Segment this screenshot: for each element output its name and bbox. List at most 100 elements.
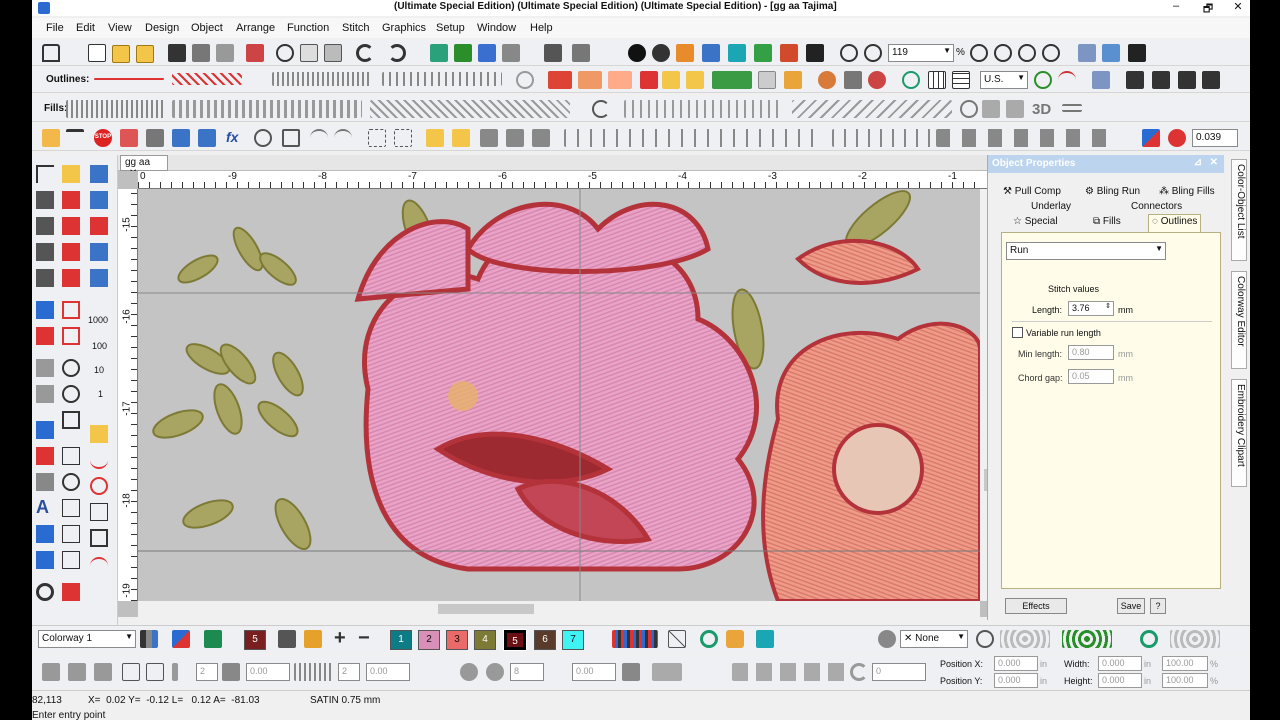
color-cycle-icon[interactable]	[1168, 129, 1186, 147]
outline-circle-icon[interactable]	[516, 71, 534, 89]
embroidery-clipart-tab[interactable]: Embroidery Clipart	[1231, 379, 1247, 487]
menu-setup[interactable]: Setup	[436, 22, 465, 34]
chord-gap-input[interactable]: 0.05	[1068, 369, 1114, 384]
horizontal-scrollbar[interactable]	[138, 601, 980, 617]
print-icon[interactable]	[192, 44, 210, 62]
sequin-icon[interactable]	[1062, 630, 1112, 648]
color-ring-icon[interactable]	[1140, 630, 1158, 648]
font-icon[interactable]	[1178, 71, 1196, 89]
circle-tool-icon[interactable]	[62, 359, 80, 377]
outline-type-select[interactable]: Run ▼	[1006, 242, 1166, 260]
function-icon[interactable]	[254, 129, 272, 147]
stepper-input-3[interactable]: 2	[338, 663, 360, 681]
transform-icon[interactable]	[42, 129, 60, 147]
star-icon[interactable]	[784, 71, 802, 89]
position-x-input[interactable]: 0.000	[994, 656, 1038, 671]
group-icon[interactable]	[480, 129, 498, 147]
fill-block-icon[interactable]	[1006, 100, 1024, 118]
fill-tatami-icon[interactable]	[578, 71, 602, 89]
select-point-icon[interactable]	[662, 71, 680, 89]
menu-file[interactable]: File	[46, 22, 64, 34]
layers-icon[interactable]	[1078, 44, 1096, 62]
lock-icon[interactable]	[544, 44, 562, 62]
shapes-tool-icon[interactable]	[62, 499, 80, 517]
stepper-input-6[interactable]: 0.00	[572, 663, 616, 681]
appearance-icon[interactable]	[976, 630, 994, 648]
density-100-label[interactable]: 100	[92, 341, 107, 351]
menu-graphics[interactable]: Graphics	[382, 22, 426, 34]
stepper-input-1[interactable]: 2	[196, 663, 218, 681]
stitch-tool-icon[interactable]	[90, 165, 108, 183]
fill-special-icon[interactable]	[624, 100, 784, 118]
rotate-angle-icon[interactable]	[850, 663, 868, 681]
height-percent-input[interactable]: 100.00	[1162, 673, 1208, 688]
scissors-tool-icon[interactable]	[90, 269, 108, 287]
applique-tool-icon[interactable]	[36, 447, 54, 465]
export-icon[interactable]	[246, 44, 264, 62]
triangle-tool-icon[interactable]	[62, 411, 80, 429]
point-select-icon[interactable]	[62, 165, 80, 183]
slides-icon[interactable]	[806, 44, 824, 62]
remove-color-icon[interactable]: −	[358, 628, 376, 648]
menu-view[interactable]: View	[108, 22, 132, 34]
save-button[interactable]: Save	[1117, 598, 1145, 614]
skew-icon[interactable]	[122, 663, 140, 681]
minimize-button[interactable]: –	[1162, 0, 1190, 16]
thread-swatch-5-selected[interactable]: 5	[503, 629, 527, 651]
stepper-input-5[interactable]: 8	[510, 663, 544, 681]
grid-icon[interactable]	[928, 71, 946, 89]
wave-tool-icon[interactable]	[62, 525, 80, 543]
tab-bling-run[interactable]: ⚙ Bling Run	[1082, 185, 1143, 200]
fill-tool-icon[interactable]	[62, 269, 80, 287]
ungroup-icon[interactable]	[532, 129, 550, 147]
pen-tool-icon[interactable]	[90, 425, 108, 443]
rotate-icon[interactable]	[572, 44, 590, 62]
menu-help[interactable]: Help	[530, 22, 553, 34]
select-tool-icon[interactable]	[36, 421, 54, 439]
column-tool-icon[interactable]	[62, 243, 80, 261]
tab-underlay[interactable]: Underlay	[1028, 200, 1074, 215]
save-as-icon[interactable]	[1128, 44, 1146, 62]
tab-connectors[interactable]: Connectors	[1128, 200, 1185, 215]
scale-icon[interactable]	[146, 663, 164, 681]
fill-textures-icon[interactable]	[370, 100, 570, 118]
menu-design[interactable]: Design	[145, 22, 179, 34]
tab-pull-comp[interactable]: ⚒ Pull Comp	[1000, 185, 1064, 200]
fill-lines-icon[interactable]	[1062, 104, 1082, 112]
fill-types-icon[interactable]	[66, 100, 166, 118]
arc-tool-icon[interactable]	[90, 557, 108, 575]
unlock-object-icon[interactable]	[452, 129, 470, 147]
outline-motif-icon[interactable]	[382, 72, 502, 86]
rotate-input[interactable]: 0	[872, 663, 926, 681]
add-color-icon[interactable]: +	[334, 628, 352, 648]
tab-outlines[interactable]: ◌ Outlines	[1148, 214, 1202, 232]
lock-object-icon[interactable]	[426, 129, 444, 147]
stitch-effects-icon[interactable]	[732, 663, 852, 681]
rotate-right-icon[interactable]	[68, 663, 86, 681]
fill-patterns-icon[interactable]	[172, 100, 362, 118]
pattern-tool-icon[interactable]	[36, 385, 54, 403]
info-icon[interactable]	[628, 44, 646, 62]
tab-bling-fills[interactable]: ⁂ Bling Fills	[1156, 185, 1218, 200]
tab-fills[interactable]: ⧉ Fills	[1090, 215, 1124, 230]
zoom-1to1-icon[interactable]	[864, 44, 882, 62]
thread-swatch-6[interactable]: 6	[534, 630, 556, 650]
connect-icon[interactable]	[502, 44, 520, 62]
manual-tool-icon[interactable]	[36, 327, 54, 345]
zigzag-tool-icon[interactable]	[90, 217, 108, 235]
open-folder-icon[interactable]	[112, 45, 130, 63]
blend-tool-icon[interactable]	[90, 243, 108, 261]
width-input[interactable]: 0.000	[1098, 656, 1142, 671]
panel-close-icon[interactable]: ✕	[1210, 157, 1218, 168]
send-machine-icon[interactable]	[430, 44, 448, 62]
hoop-tool-icon[interactable]	[62, 583, 80, 601]
units-select[interactable]: U.S. ▼	[980, 71, 1028, 89]
ellipse-tool-icon[interactable]	[62, 385, 80, 403]
spin-icon[interactable]: ⇕	[1105, 302, 1111, 310]
appliqué-icon[interactable]	[712, 71, 752, 89]
fill-3d-icon[interactable]: 3D	[1032, 101, 1051, 118]
path-tool-icon[interactable]	[62, 551, 80, 569]
cube-icon[interactable]	[726, 630, 744, 648]
document-tab[interactable]: gg aa ✕	[120, 155, 168, 179]
browse-folder-icon[interactable]	[136, 45, 154, 63]
